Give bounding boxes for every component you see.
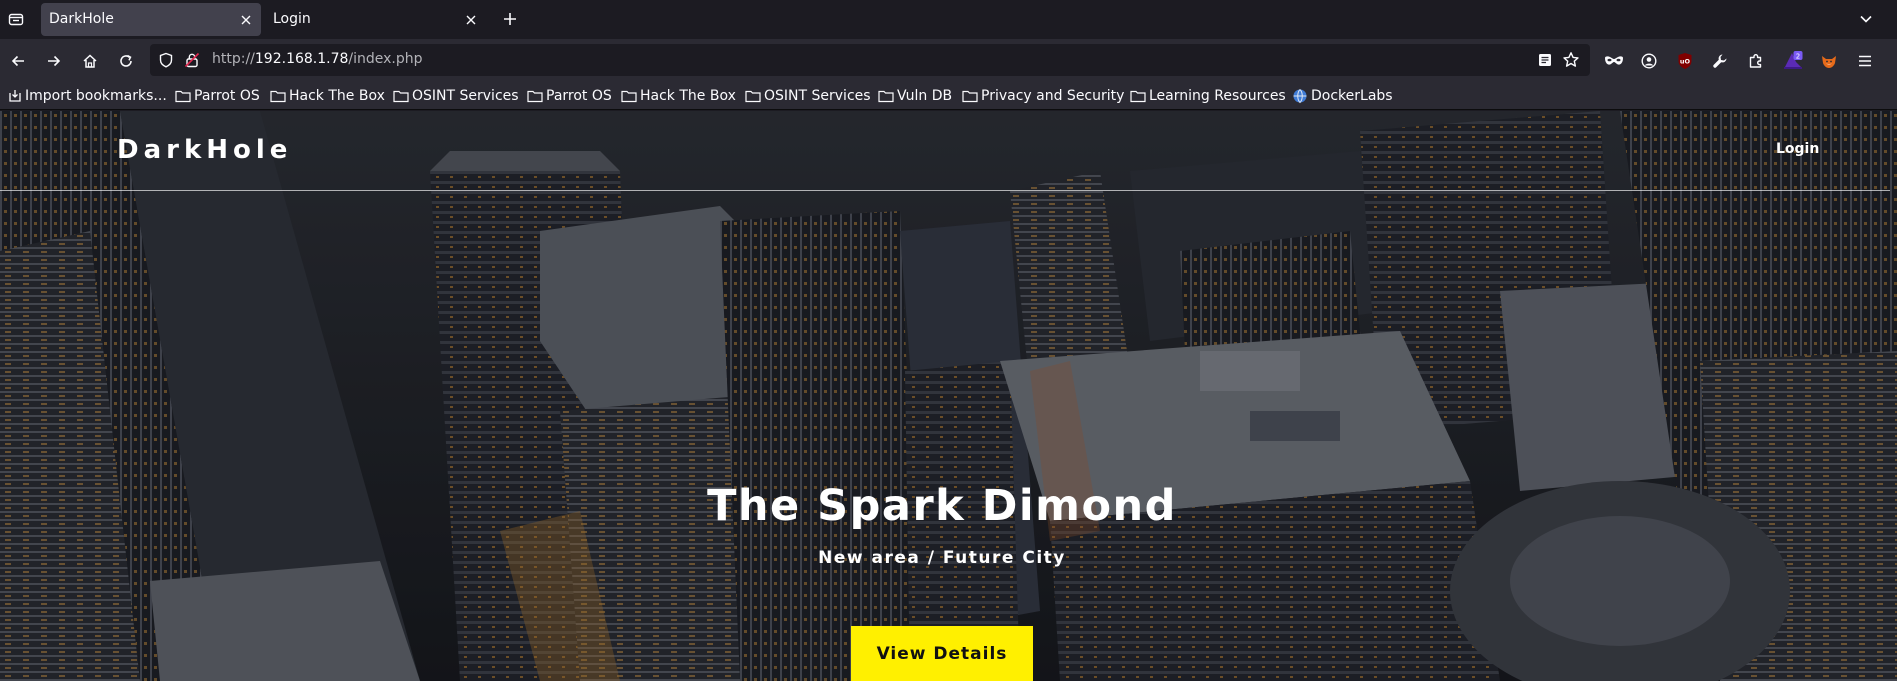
tab-login[interactable]: Login xyxy=(265,3,485,36)
folder-icon xyxy=(621,90,637,103)
bookmark-label: OSINT Services xyxy=(764,88,871,104)
folder-icon xyxy=(962,90,978,103)
bookmark-dockerlabs[interactable]: DockerLabs xyxy=(1292,86,1393,106)
view-details-button[interactable]: View Details xyxy=(851,626,1033,681)
url-text[interactable]: http://192.168.1.78/index.php xyxy=(212,51,423,67)
tab-list-icon[interactable] xyxy=(4,7,28,31)
import-icon xyxy=(9,90,21,102)
svg-text:uO: uO xyxy=(1680,58,1691,66)
header-divider xyxy=(0,190,1890,191)
tab-title: Login xyxy=(273,11,311,27)
bookmark-label: Hack The Box xyxy=(640,88,736,104)
folder-icon xyxy=(393,90,409,103)
folder-icon xyxy=(527,90,543,103)
shield-icon[interactable] xyxy=(158,52,174,72)
bookmark-folder-privacy-and-security[interactable]: Privacy and Security xyxy=(962,86,1124,106)
forward-arrow-icon[interactable] xyxy=(42,49,66,73)
tab-title: DarkHole xyxy=(49,11,114,27)
bookmark-label: DockerLabs xyxy=(1311,88,1393,104)
bookmark-folder-vuln-db[interactable]: Vuln DB xyxy=(878,86,952,106)
page-viewport: DarkHole Login The Spark Dimond New area… xyxy=(0,111,1897,681)
extensions-badge: 2 xyxy=(1796,53,1800,61)
folder-icon xyxy=(270,90,286,103)
background-overlay xyxy=(0,111,1897,681)
hero-title: The Spark Dimond xyxy=(707,481,1177,531)
bookmark-folder-parrot-os[interactable]: Parrot OS xyxy=(527,86,612,106)
hamburger-icon[interactable] xyxy=(1853,49,1877,73)
url-bar[interactable]: http://192.168.1.78/index.php xyxy=(150,44,1590,76)
bookmark-label: Hack The Box xyxy=(289,88,385,104)
bookmark-folder-parrot-os[interactable]: Parrot OS xyxy=(175,86,260,106)
bookmark-label: Privacy and Security xyxy=(981,88,1125,104)
folder-icon xyxy=(1130,90,1146,103)
bookmark-label: Parrot OS xyxy=(194,88,260,104)
tab-bar: DarkHole Login xyxy=(0,0,1897,39)
tab-darkhole[interactable]: DarkHole xyxy=(41,3,261,36)
bookmark-folder-osint-services[interactable]: OSINT Services xyxy=(393,86,519,106)
bookmark-folder-hack-the-box[interactable]: Hack The Box xyxy=(621,86,736,106)
bookmark-folder-learning-resources[interactable]: Learning Resources xyxy=(1130,86,1286,106)
bookmark-label: Import bookmarks... xyxy=(25,88,167,104)
reader-view-icon[interactable] xyxy=(1537,52,1553,72)
wizard-hat-icon[interactable]: 2 xyxy=(1781,49,1805,73)
navigation-toolbar: http://192.168.1.78/index.php uO 2 xyxy=(0,39,1897,82)
bookmark-label: OSINT Services xyxy=(412,88,519,104)
ublock-icon[interactable]: uO xyxy=(1673,49,1697,73)
bookmark-folder-osint-services[interactable]: OSINT Services xyxy=(745,86,871,106)
chevron-down-icon[interactable] xyxy=(1856,9,1876,29)
folder-icon xyxy=(175,90,191,103)
url-host: 192.168.1.78 xyxy=(254,51,349,67)
reload-icon[interactable] xyxy=(114,49,138,73)
close-icon[interactable] xyxy=(238,12,254,28)
account-icon[interactable] xyxy=(1637,49,1661,73)
star-icon[interactable] xyxy=(1562,51,1580,73)
fox-icon[interactable] xyxy=(1817,49,1841,73)
login-link[interactable]: Login xyxy=(1776,141,1819,157)
wrench-icon[interactable] xyxy=(1708,49,1732,73)
bookmarks-toolbar: Import bookmarks... Parrot OS Hack The B… xyxy=(0,82,1897,110)
folder-icon xyxy=(745,90,761,103)
globe-icon xyxy=(1293,89,1307,104)
url-scheme: http:// xyxy=(212,51,255,67)
plus-icon[interactable] xyxy=(500,9,520,29)
home-icon[interactable] xyxy=(78,49,102,73)
url-path: /index.php xyxy=(348,51,423,67)
bookmark-label: Learning Resources xyxy=(1149,88,1286,104)
mask-icon[interactable] xyxy=(1602,49,1626,73)
insecure-lock-icon[interactable] xyxy=(184,52,200,72)
close-icon[interactable] xyxy=(463,12,479,28)
bookmark-import[interactable]: Import bookmarks... xyxy=(8,86,167,106)
hero-subtitle: New area / Future City xyxy=(818,548,1066,568)
puzzle-icon[interactable] xyxy=(1744,49,1768,73)
site-logo[interactable]: DarkHole xyxy=(117,135,292,165)
bookmark-label: Vuln DB xyxy=(897,88,953,104)
folder-icon xyxy=(878,90,894,103)
back-arrow-icon[interactable] xyxy=(6,49,30,73)
bookmark-folder-hack-the-box[interactable]: Hack The Box xyxy=(270,86,385,106)
bookmark-label: Parrot OS xyxy=(546,88,612,104)
